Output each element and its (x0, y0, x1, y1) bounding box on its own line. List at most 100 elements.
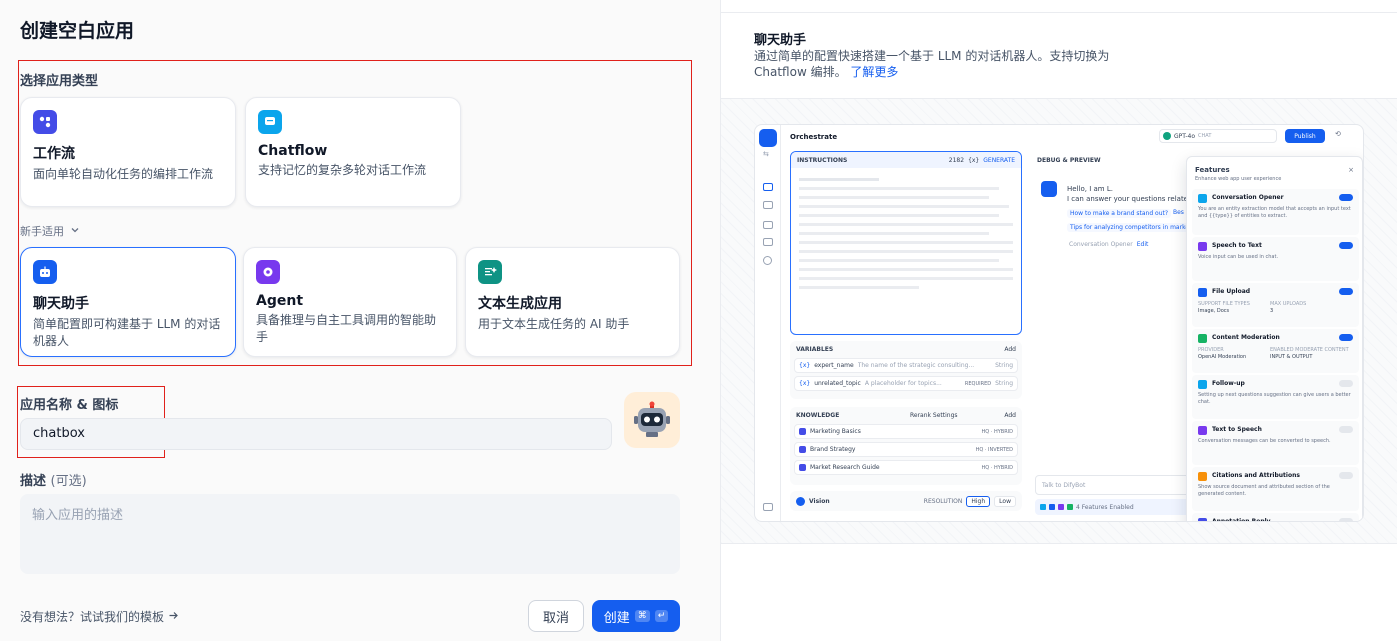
knowledge-item[interactable]: Marketing Basics HQ · HYBRID (794, 424, 1018, 439)
api-nav-icon (763, 201, 773, 209)
resolution-high-button[interactable]: High (966, 495, 991, 507)
feature-list: Conversation Opener You are an entity ext… (1192, 189, 1359, 521)
instructions-text-placeholder (791, 168, 1021, 301)
variables-panel: VARIABLES Add {x} expert_name The name o… (790, 341, 1022, 399)
feature-item[interactable]: Citations and Attributions Show source do… (1192, 467, 1359, 511)
chat-input[interactable]: Talk to DifyBot (1035, 475, 1195, 495)
history-icon[interactable]: ⟲ (1335, 130, 1341, 138)
text-gen-icon (478, 260, 502, 284)
card-desc: 面向单轮自动化任务的编排工作流 (33, 167, 214, 181)
feature-meta: Image, Docs (1198, 308, 1230, 314)
feature-toggle[interactable] (1339, 472, 1353, 479)
feature-name: Content Moderation (1212, 334, 1280, 341)
feature-toggle[interactable] (1339, 242, 1353, 249)
opener-edit-link[interactable]: Edit (1137, 241, 1149, 248)
add-knowledge-button[interactable]: Add (1004, 412, 1016, 419)
bot-greeting-2: I can answer your questions related (1067, 195, 1193, 203)
monitor-nav-icon (763, 256, 772, 265)
feature-toggle[interactable] (1339, 380, 1353, 387)
feature-icon (1198, 518, 1207, 521)
suggested-question-truncated[interactable]: Bes (1173, 209, 1184, 216)
vision-panel: Vision RESOLUTION High Low (790, 491, 1022, 511)
feature-meta: OpenAI Moderation (1198, 354, 1247, 360)
model-selector[interactable]: GPT-4o CHAT (1159, 129, 1277, 143)
robot-avatar-icon (634, 401, 670, 437)
card-desc: 简单配置即可构建基于 LLM 的对话机器人 (33, 317, 221, 348)
app-name-input[interactable]: chatbox (20, 418, 612, 450)
dataset-icon (799, 428, 806, 435)
knowledge-name: Marketing Basics (810, 428, 861, 435)
close-icon[interactable]: × (1348, 166, 1354, 174)
feature-toggle[interactable] (1339, 518, 1353, 521)
feature-item[interactable]: Speech to Text Voice input can be used in… (1192, 237, 1359, 281)
feature-item[interactable]: Annotation Reply (1192, 513, 1359, 521)
app-type-card-chatflow[interactable]: Chatflow 支持记忆的复杂多轮对话工作流 (245, 97, 461, 207)
instructions-panel[interactable]: INSTRUCTIONS 2182 {x} GENERATE (790, 151, 1022, 335)
feature-item[interactable]: Text to Speech Conversation messages can … (1192, 421, 1359, 465)
generate-button[interactable]: GENERATE (983, 157, 1015, 164)
description-textarea[interactable]: 输入应用的描述 (20, 494, 680, 574)
feature-item[interactable]: File Upload SUPPORT FILE TYPES Image, Docs… (1192, 283, 1359, 327)
app-type-card-agent[interactable]: Agent 具备推理与自主工具调用的智能助手 (243, 247, 457, 357)
app-type-card-text-generation[interactable]: 文本生成应用 用于文本生成任务的 AI 助手 (465, 247, 680, 357)
feature-toggle[interactable] (1339, 426, 1353, 433)
features-panel: Features × Enhance web app user experien… (1186, 156, 1363, 521)
feature-meta: INPUT & OUTPUT (1270, 354, 1313, 360)
feature-icon (1198, 194, 1207, 203)
knowledge-label: KNOWLEDGE (796, 412, 840, 419)
beginner-toggle[interactable]: 新手适用 (20, 223, 80, 239)
variable-row[interactable]: {x} expert_name The name of the strategi… (794, 358, 1018, 373)
insert-variable-icon[interactable]: {x} (968, 157, 979, 164)
app-type-card-chatbot[interactable]: 聊天助手 简单配置即可构建基于 LLM 的对话机器人 (20, 247, 236, 357)
learn-more-link[interactable]: 了解更多 (850, 65, 898, 79)
add-variable-button[interactable]: Add (1004, 346, 1016, 353)
feature-icon (1198, 242, 1207, 251)
card-title: Chatflow (258, 143, 328, 159)
agent-icon (256, 260, 280, 284)
optional-hint: (可选) (50, 474, 87, 489)
vision-label: Vision (809, 497, 830, 505)
feature-toggle[interactable] (1339, 288, 1353, 295)
knowledge-item[interactable]: Brand Strategy HQ · INVERTED (794, 442, 1018, 457)
command-key-icon: ⌘ (634, 610, 650, 622)
cancel-button[interactable]: 取消 (528, 600, 584, 632)
instructions-label: INSTRUCTIONS (797, 156, 848, 164)
feature-toggle[interactable] (1339, 194, 1353, 201)
enter-key-icon: ↵ (654, 610, 669, 622)
bot-greeting-1: Hello, I am L. (1067, 185, 1113, 193)
features-enabled-bar[interactable]: 4 Features Enabled (1035, 499, 1195, 515)
opener-label: Conversation Opener (1069, 241, 1133, 248)
feature-desc: Conversation messages can be converted t… (1198, 438, 1331, 444)
feature-item[interactable]: Conversation Opener You are an entity ext… (1192, 189, 1359, 235)
suggested-question[interactable]: How to make a brand stand out? (1067, 209, 1172, 218)
features-title: Features (1195, 166, 1230, 174)
knowledge-tag: HQ · HYBRID (981, 464, 1013, 471)
variables-label: VARIABLES (796, 346, 834, 353)
resolution-low-button[interactable]: Low (994, 495, 1016, 507)
features-enabled-label: 4 Features Enabled (1076, 503, 1134, 511)
knowledge-item[interactable]: Market Research Guide HQ · HYBRID (794, 460, 1018, 475)
variable-row[interactable]: {x} unrelated_topic A placeholder for to… (794, 376, 1018, 391)
feature-desc: Show source document and attributed sect… (1198, 484, 1330, 497)
feature-item[interactable]: Content Moderation PROVIDER OpenAI Moderat… (1192, 329, 1359, 373)
feature-item[interactable]: Follow-up Setting up next questions sugge… (1192, 375, 1359, 419)
dataset-icon (799, 464, 806, 471)
app-type-card-workflow[interactable]: 工作流 面向单轮自动化任务的编排工作流 (20, 97, 236, 207)
instructions-count: 2182 (948, 156, 965, 164)
rerank-settings-button[interactable]: Rerank Settings (910, 412, 958, 419)
feature-icon (1198, 334, 1207, 343)
app-icon-picker[interactable] (624, 392, 680, 448)
suggested-question[interactable]: Tips for analyzing competitors in market (1067, 223, 1195, 232)
feature-meta: SUPPORT FILE TYPES (1198, 301, 1250, 307)
variable-type: String (995, 362, 1013, 369)
template-link[interactable]: 没有想法？试试我们的模板 (20, 608, 179, 625)
resolution-label: RESOLUTION (923, 497, 963, 505)
feature-toggle[interactable] (1339, 334, 1353, 341)
name-icon-label: 应用名称 & 图标 (20, 398, 119, 413)
app-type-label: 选择应用类型 (20, 74, 99, 89)
chevron-down-icon (70, 225, 80, 238)
publish-button[interactable]: Publish (1285, 129, 1325, 143)
preview-description: 通过简单的配置快速搭建一个基于 LLM 的对话机器人。支持切换为 Chatflo… (754, 48, 1134, 80)
preview-header-title: Orchestrate (790, 133, 838, 141)
create-button[interactable]: 创建 ⌘ ↵ (592, 600, 680, 632)
